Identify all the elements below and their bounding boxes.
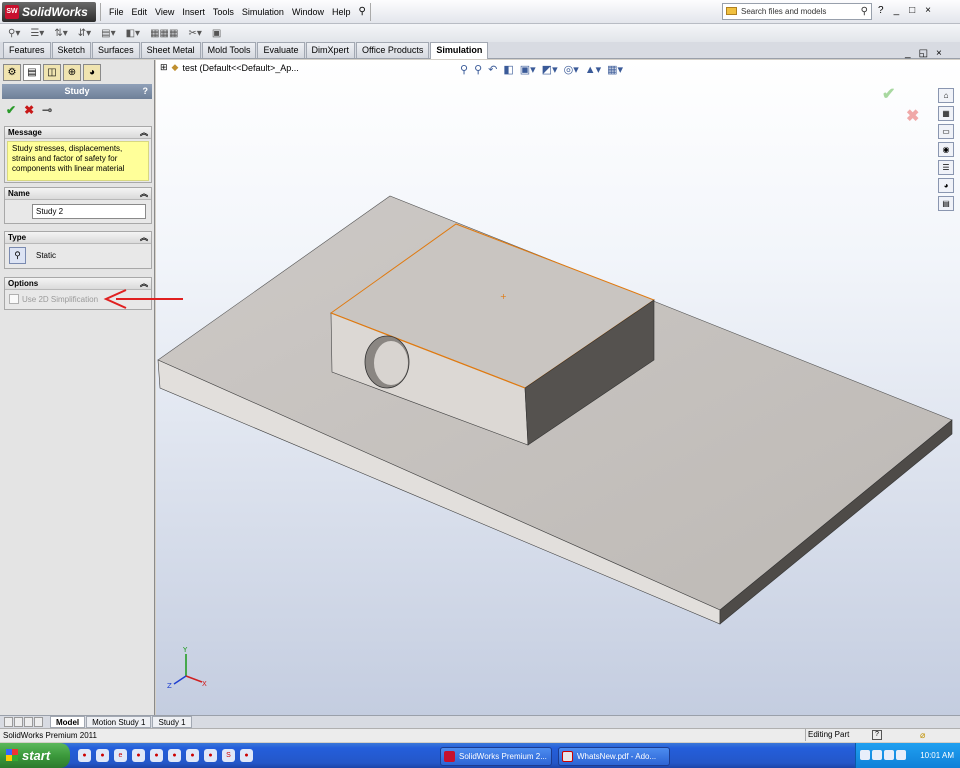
prev-tab-button[interactable] [14, 717, 23, 727]
status-product: SolidWorks Premium 2011 [3, 731, 97, 740]
solidworks-launch-icon[interactable]: S [222, 749, 235, 762]
quick-launch-app-icon[interactable]: ● [132, 749, 145, 762]
status-attach-icon[interactable]: ⌀ [920, 730, 925, 741]
quick-launch-app-icon[interactable]: ● [168, 749, 181, 762]
tab-model[interactable]: Model [50, 716, 86, 728]
start-button[interactable]: start [0, 743, 70, 768]
system-tray: 10:01 AM [855, 743, 960, 768]
next-tab-button[interactable] [24, 717, 33, 727]
triad-x-axis [185, 675, 203, 683]
triad-z-axis [173, 675, 187, 685]
triad-y-label: Y [182, 646, 188, 654]
taskbar-solidworks-button[interactable]: SolidWorks Premium 2... [440, 747, 552, 766]
quick-launch-app-icon[interactable]: ● [240, 749, 253, 762]
tray-app-icon[interactable] [896, 750, 906, 760]
quick-launch-app-icon[interactable]: ● [78, 749, 91, 762]
quick-launch-app-icon[interactable]: ● [150, 749, 163, 762]
clock: 10:01 AM [920, 751, 954, 760]
internet-explorer-icon[interactable]: e [114, 749, 127, 762]
first-tab-button[interactable] [4, 717, 13, 727]
windows-logo-icon [6, 749, 18, 761]
tray-app-icon[interactable] [884, 750, 894, 760]
status-help-icon[interactable]: ? [872, 730, 882, 740]
tray-app-icon[interactable] [860, 750, 870, 760]
model-tabs-bar: Model Motion Study 1 Study 1 [0, 715, 960, 728]
quick-launch: ● ● e ● ● ● ● ● S ● [78, 749, 253, 762]
taskbar-pdf-button[interactable]: WhatsNew.pdf - Ado... [558, 747, 670, 766]
triad-z-label: Z [167, 682, 172, 690]
pdf-icon [562, 751, 573, 762]
solidworks-icon [444, 751, 455, 762]
quick-launch-app-icon[interactable]: ● [204, 749, 217, 762]
status-mode: Editing Part [805, 729, 865, 741]
triad-x-label: X [202, 680, 207, 688]
quick-launch-app-icon[interactable]: ● [96, 749, 109, 762]
svg-text:+: + [500, 292, 507, 301]
quick-launch-app-icon[interactable]: ● [186, 749, 199, 762]
model-canvas: + Y X Z [103, 195, 953, 690]
tab-motion-study-1[interactable]: Motion Study 1 [86, 716, 152, 728]
tray-app-icon[interactable] [872, 750, 882, 760]
last-tab-button[interactable] [34, 717, 43, 727]
tab-study-1[interactable]: Study 1 [152, 716, 192, 728]
